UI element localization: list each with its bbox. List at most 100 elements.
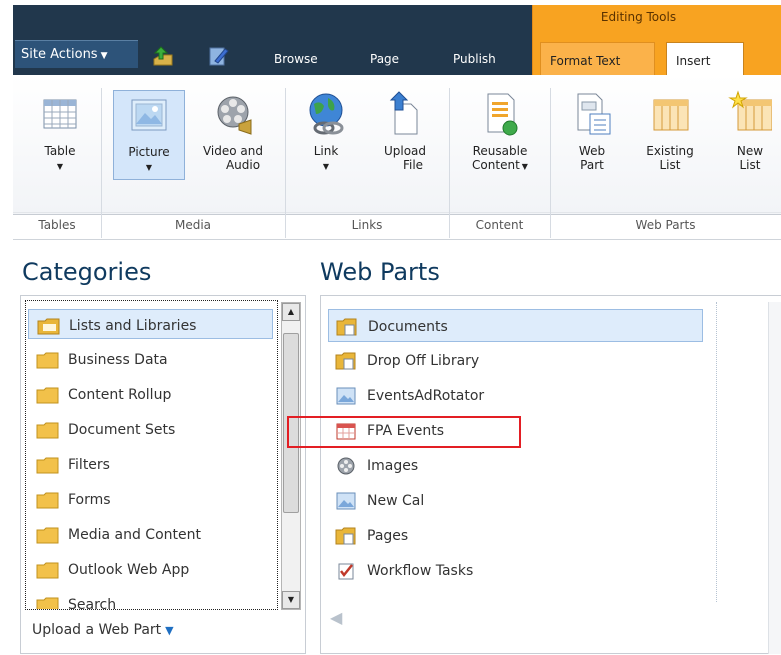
category-forms[interactable]: Forms [28,484,273,514]
group-separator [550,88,551,238]
link-button[interactable]: Link ▼ [296,90,356,180]
category-lists-and-libraries[interactable]: Lists and Libraries [28,309,273,339]
category-media-and-content[interactable]: Media and Content [28,519,273,549]
task-icon [338,563,354,580]
category-business-data[interactable]: Business Data [28,344,273,374]
details-panel-edge [768,302,781,654]
category-label: Outlook Web App [68,562,190,578]
picture-label: Picture [128,145,170,159]
categories-list[interactable]: Lists and Libraries Business Data Conten… [25,300,278,610]
upload-web-part-link[interactable]: Upload a Web Part ▼ [32,622,174,638]
chevron-down-icon: ▼ [165,624,174,637]
category-document-sets[interactable]: Document Sets [28,414,273,444]
site-actions-label: Site Actions [21,47,98,62]
web-part-icon [577,93,611,135]
upload-file-icon [389,91,418,135]
folder-icon [36,352,59,369]
category-label: Lists and Libraries [69,318,197,334]
annotation-highlight-box [287,416,521,448]
upload-file-label-1: Upload [383,144,427,158]
library-icon [335,352,356,370]
new-list-button[interactable]: New List [722,90,778,180]
existing-list-icon [653,99,689,131]
web-part-label: Pages [367,528,409,544]
group-label-web-parts: Web Parts [635,218,696,232]
reusable-content-icon [487,93,518,136]
web-part-new-cal[interactable]: New Cal [328,484,703,517]
group-separator [449,88,450,238]
reusable-content-button[interactable]: Reusable Content ▼ [458,90,542,180]
group-label-tables: Tables [38,218,76,232]
chevron-down-icon: ▼ [145,163,153,172]
library-icon [335,527,356,545]
group-label-content: Content [475,218,524,232]
web-parts-heading: Web Parts [320,258,440,286]
web-part-documents[interactable]: Documents [328,309,703,342]
chevron-down-icon: ▼ [322,162,330,171]
scroll-down-icon[interactable]: ▼ [282,591,300,609]
reusable-content-label-1: Reusable [472,144,528,158]
table-label: Table [44,144,76,158]
category-label: Forms [68,492,111,508]
folder-icon [36,527,59,544]
category-label: Filters [68,457,110,473]
tab-insert[interactable]: Insert [666,42,744,75]
web-part-label: Documents [368,319,448,335]
site-actions-menu[interactable]: Site Actions ▼ [15,40,138,68]
category-label: Content Rollup [68,387,172,403]
back-arrow-icon[interactable]: ◀ [330,608,342,627]
navigate-up-icon[interactable] [152,45,174,67]
category-label: Document Sets [68,422,176,438]
scroll-up-icon[interactable]: ▲ [282,303,300,321]
film-reel-icon [217,96,252,135]
web-part-label: Images [367,458,419,474]
tab-format-text[interactable]: Format Text [540,42,655,75]
web-part-label: New Cal [367,493,425,509]
tab-publish[interactable]: Publish [453,52,496,66]
category-content-rollup[interactable]: Content Rollup [28,379,273,409]
picture-button[interactable]: Picture ▼ [113,90,185,180]
library-icon [336,318,357,336]
video-audio-label-2: Audio [225,158,261,172]
category-label: Business Data [68,352,168,368]
picture-icon [131,99,167,131]
tab-browse[interactable]: Browse [274,52,318,66]
web-part-workflow-tasks[interactable]: Workflow Tasks [328,554,703,587]
chevron-down-icon: ▼ [521,162,528,171]
category-search[interactable]: Search [28,589,273,610]
edit-page-icon[interactable] [207,45,229,67]
new-list-label-2: List [739,158,761,172]
web-part-button[interactable]: Web Part [562,90,622,180]
web-part-drop-off-library[interactable]: Drop Off Library [328,344,703,377]
folder-icon [36,422,59,439]
category-outlook-web-app[interactable]: Outlook Web App [28,554,273,584]
upload-file-button[interactable]: Upload File [370,90,440,180]
picture-icon [336,492,356,510]
web-part-pages[interactable]: Pages [328,519,703,552]
group-label-links: Links [351,218,383,232]
group-separator [285,88,286,238]
existing-list-button[interactable]: Existing List [636,90,704,180]
folder-icon [36,492,59,509]
tab-page[interactable]: Page [370,52,399,66]
ribbon-group-divider [13,212,781,213]
video-and-audio-button[interactable]: Video and Audio [192,90,274,180]
existing-list-label-1: Existing [646,144,694,158]
category-filters[interactable]: Filters [28,449,273,479]
categories-scrollbar[interactable]: ▲ ▼ [281,302,301,610]
web-part-images[interactable]: Images [328,449,703,482]
editing-tools-title: Editing Tools [600,10,677,24]
folder-icon [36,457,59,474]
sharepoint-editing-window: Editing Tools Site Actions ▼ Browse Page … [0,0,781,655]
web-part-eventsadrotator[interactable]: EventsAdRotator [328,379,703,412]
folder-icon [36,562,59,579]
video-audio-label-1: Video and [202,144,263,158]
group-separator [101,88,102,238]
folder-icon [36,597,59,609]
link-label: Link [313,144,339,158]
film-reel-icon [337,457,355,475]
new-list-label-1: New [736,144,764,158]
category-label: Search [68,597,117,610]
table-button[interactable]: Table ▼ [30,90,90,180]
upload-file-label-2: File [402,158,424,172]
